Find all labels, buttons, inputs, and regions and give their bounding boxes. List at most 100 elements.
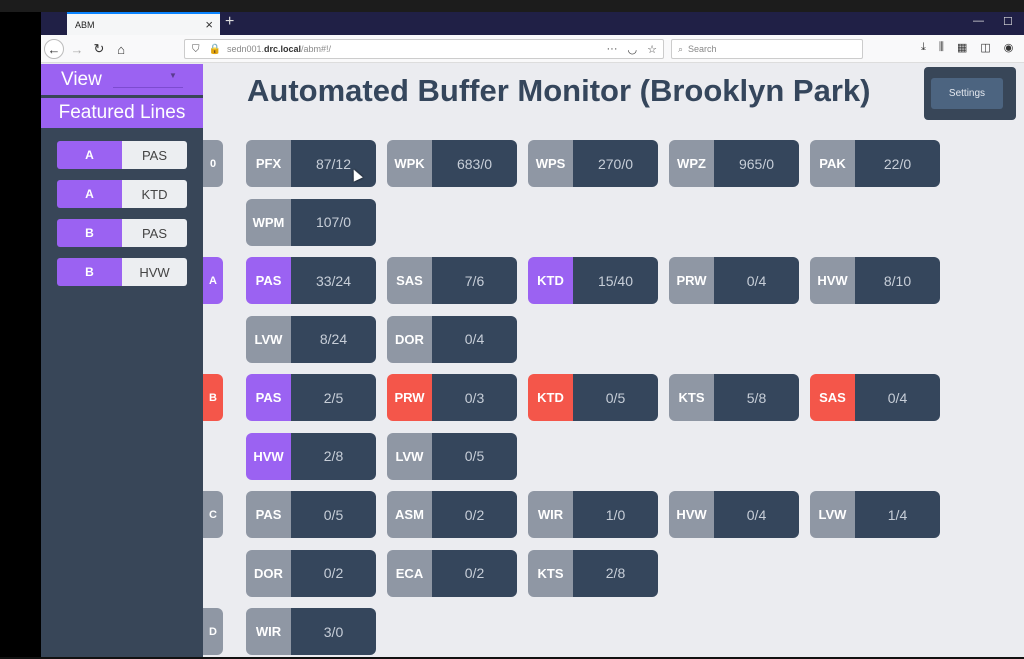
browser-window: ABM × + — ☐ ← → ↻ ⌂ ⛉ 🔒 sedn001.drc.loca… <box>41 12 1024 657</box>
buffer-station: WPS <box>528 140 573 187</box>
buffer-card[interactable]: PAS 33/24 <box>246 257 376 304</box>
buffer-card[interactable]: PRW 0/3 <box>387 374 517 421</box>
buffer-station: WIR <box>246 608 291 655</box>
row-label[interactable]: D <box>203 608 223 655</box>
page-actions: ··· ◡ ☆ <box>607 43 657 56</box>
screen-left-margin <box>0 12 41 659</box>
shield-icon[interactable]: ⛉ <box>192 44 200 55</box>
buffer-card[interactable]: PAK 22/0 <box>810 140 940 187</box>
buffer-card[interactable]: HVW 8/10 <box>810 257 940 304</box>
buffer-card[interactable]: KTD 15/40 <box>528 257 658 304</box>
row-label[interactable]: 0 <box>203 140 223 187</box>
account-icon[interactable]: ◉ <box>1004 41 1014 54</box>
tab-close-icon[interactable]: × <box>205 17 213 32</box>
settings-panel: Settings <box>924 67 1016 120</box>
buffer-card[interactable]: HVW 2/8 <box>246 432 376 480</box>
buffer-card[interactable]: SAS 0/4 <box>810 374 940 421</box>
buffer-value: 5/8 <box>714 374 799 421</box>
featured-line-item[interactable]: A KTD <box>57 180 187 208</box>
buffer-card[interactable]: WPZ 965/0 <box>669 140 799 187</box>
buffer-value: 7/6 <box>432 257 517 304</box>
buffer-station: ASM <box>387 491 432 538</box>
row-label[interactable]: A <box>203 257 223 304</box>
screen-top-bar <box>0 0 1024 12</box>
row-label[interactable]: C <box>203 491 223 538</box>
row-label[interactable]: B <box>203 374 223 421</box>
reload-icon[interactable]: ↻ <box>89 39 109 59</box>
buffer-card[interactable]: WIR 1/0 <box>528 491 658 538</box>
sidebar-toggle-icon[interactable]: ◫ <box>980 41 990 54</box>
view-underline <box>113 87 183 88</box>
page-content: View ▼ Featured Lines A PAS A KTD B PAS B HVW A… <box>41 64 1024 657</box>
featured-line-item[interactable]: B PAS <box>57 219 187 247</box>
buffer-value: 0/4 <box>855 374 940 421</box>
buffer-value: 965/0 <box>714 140 799 187</box>
search-icon: ⌕ <box>678 43 684 54</box>
buffer-value: 33/24 <box>291 257 376 304</box>
buffer-card[interactable]: LVW 0/5 <box>387 432 517 480</box>
buffer-value: 0/2 <box>432 491 517 538</box>
buffer-card[interactable]: WIR 3/0 <box>246 608 376 655</box>
maximize-button[interactable]: ☐ <box>1003 15 1013 28</box>
buffer-card[interactable]: SAS 7/6 <box>387 257 517 304</box>
buffer-station: PRW <box>387 374 432 421</box>
home-icon[interactable]: ⌂ <box>111 39 131 59</box>
buffer-value: 0/3 <box>432 374 517 421</box>
library-icon[interactable]: ⫼ <box>939 41 944 54</box>
new-tab-button[interactable]: + <box>225 13 234 31</box>
pocket-icon[interactable]: ◡ <box>628 43 638 56</box>
buffer-card[interactable]: PRW 0/4 <box>669 257 799 304</box>
buffer-station: DOR <box>387 315 432 363</box>
buffer-station: KTD <box>528 374 573 421</box>
buffer-value: 270/0 <box>573 140 658 187</box>
star-icon[interactable]: ☆ <box>647 43 657 56</box>
forward-icon[interactable]: → <box>67 39 87 59</box>
url-domain: drc.local <box>264 44 302 54</box>
url-text[interactable]: sedn001.drc.local/abm#!/ <box>227 44 331 54</box>
insecure-lock-icon[interactable]: 🔒 <box>209 44 221 55</box>
featured-line-station: KTD <box>122 180 187 208</box>
buffer-card[interactable]: WPS 270/0 <box>528 140 658 187</box>
buffer-card[interactable]: PAS 0/5 <box>246 491 376 538</box>
buffer-value: 22/0 <box>855 140 940 187</box>
buffer-card[interactable]: DOR 0/2 <box>246 549 376 597</box>
buffer-value: 15/40 <box>573 257 658 304</box>
buffer-card[interactable]: LVW 1/4 <box>810 491 940 538</box>
buffer-card[interactable]: DOR 0/4 <box>387 315 517 363</box>
buffer-card[interactable]: HVW 0/4 <box>669 491 799 538</box>
buffer-card[interactable]: KTS 5/8 <box>669 374 799 421</box>
featured-lines-header: Featured Lines <box>41 98 203 128</box>
buffer-station: LVW <box>810 491 855 538</box>
buffer-value: 1/4 <box>855 491 940 538</box>
search-input[interactable]: ⌕ Search <box>671 39 863 59</box>
buffer-card[interactable]: WPM 107/0 <box>246 198 376 246</box>
more-icon[interactable]: ··· <box>607 43 618 56</box>
featured-line-item[interactable]: B HVW <box>57 258 187 286</box>
download-icon[interactable]: ⤓ <box>921 41 926 54</box>
buffer-card[interactable]: WPK 683/0 <box>387 140 517 187</box>
url-path: /abm#!/ <box>301 44 332 54</box>
buffer-card[interactable]: LVW 8/24 <box>246 315 376 363</box>
buffer-value: 2/8 <box>291 432 376 480</box>
tab-abm[interactable]: ABM × <box>67 12 220 35</box>
buffer-station: WIR <box>528 491 573 538</box>
featured-line-item[interactable]: A PAS <box>57 141 187 169</box>
view-dropdown[interactable]: View ▼ <box>41 64 203 95</box>
search-placeholder: Search <box>688 44 717 54</box>
back-icon[interactable]: ← <box>44 39 64 59</box>
buffer-station: DOR <box>246 549 291 597</box>
extensions-icon[interactable]: ▦ <box>957 41 967 54</box>
buffer-station: PAS <box>246 491 291 538</box>
buffer-value: 3/0 <box>291 608 376 655</box>
featured-line-station: PAS <box>122 141 187 169</box>
url-bar[interactable]: ⛉ 🔒 sedn001.drc.local/abm#!/ ··· ◡ ☆ <box>184 39 664 59</box>
buffer-value: 0/2 <box>432 549 517 597</box>
buffer-value: 1/0 <box>573 491 658 538</box>
buffer-card[interactable]: KTD 0/5 <box>528 374 658 421</box>
buffer-card[interactable]: ASM 0/2 <box>387 491 517 538</box>
minimize-button[interactable]: — <box>973 15 984 27</box>
buffer-card[interactable]: PAS 2/5 <box>246 374 376 421</box>
buffer-card[interactable]: ECA 0/2 <box>387 549 517 597</box>
buffer-card[interactable]: KTS 2/8 <box>528 549 658 597</box>
settings-button[interactable]: Settings <box>931 78 1003 109</box>
